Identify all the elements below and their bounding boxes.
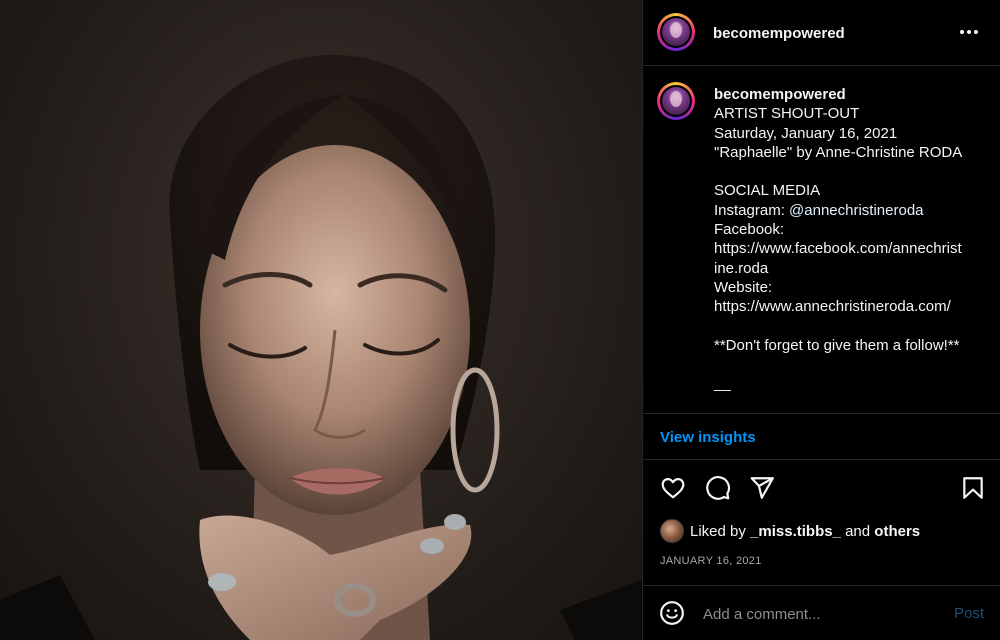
caption-line — [714, 162, 984, 181]
avatar[interactable] — [657, 13, 695, 51]
comment-input[interactable] — [701, 600, 935, 628]
caption-line: Facebook: — [714, 221, 785, 239]
comment-icon[interactable] — [705, 475, 731, 501]
post-image[interactable] — [0, 0, 642, 640]
heart-icon[interactable] — [660, 475, 686, 501]
liked-by-and: and — [845, 522, 871, 540]
caption-line: ine.roda — [714, 259, 769, 277]
caption-line — [714, 317, 984, 336]
caption-section: becomempowered ARTIST SHOUT-OUT Saturday… — [643, 66, 1000, 414]
caption-line: https://www.annechristineroda.com/ — [714, 298, 951, 316]
caption-line: __ — [714, 375, 731, 393]
post-header: becomempowered — [643, 0, 1000, 66]
caption-line: Website: — [714, 278, 773, 296]
send-icon[interactable] — [749, 475, 775, 501]
caption-instagram-line: Instagram: @annechristineroda — [714, 201, 984, 220]
caption-line: **Don't forget to give them a follow!** — [714, 336, 960, 354]
caption-text: becomempowered ARTIST SHOUT-OUT Saturday… — [714, 85, 984, 394]
caption-line — [714, 355, 984, 374]
liker-avatar[interactable] — [660, 519, 684, 543]
caption-username[interactable]: becomempowered — [714, 85, 984, 104]
mention-link[interactable]: @annechristineroda — [789, 202, 923, 219]
liked-by-user[interactable]: _miss.tibbs_ — [750, 523, 841, 540]
post-comment-button[interactable]: Post — [954, 605, 984, 622]
caption-line: Instagram: — [714, 201, 790, 219]
caption-line: https://www.facebook.com/annechrist — [714, 240, 962, 258]
post-date: JANUARY 16, 2021 — [660, 555, 762, 567]
view-insights-link[interactable]: View insights — [660, 429, 756, 446]
post-sidebar: becomempowered becomempowered ARTIST SHO… — [642, 0, 1000, 640]
instagram-post-view: becomempowered becomempowered ARTIST SHO… — [0, 0, 1000, 640]
liked-by-others[interactable]: others — [874, 523, 920, 540]
caption-avatar[interactable] — [657, 82, 695, 120]
comment-bar: Post — [643, 586, 1000, 640]
more-options-icon[interactable] — [957, 20, 981, 44]
caption-line: "Raphaelle" by Anne-Christine RODA — [714, 143, 963, 161]
header-username[interactable]: becomempowered — [713, 25, 845, 42]
caption-line: Saturday, January 16, 2021 — [714, 124, 898, 142]
caption-line: SOCIAL MEDIA — [714, 182, 821, 200]
actions-section: Liked by _miss.tibbs_ and others JANUARY… — [643, 460, 1000, 586]
bookmark-icon[interactable] — [960, 475, 986, 501]
liked-by-prefix: Liked by — [690, 522, 746, 540]
insights-row: View insights — [643, 414, 1000, 460]
liked-by-row: Liked by _miss.tibbs_ and others — [660, 518, 920, 544]
emoji-icon[interactable] — [659, 600, 685, 626]
caption-line: ARTIST SHOUT-OUT — [714, 105, 860, 123]
painting-illustration — [0, 54, 642, 640]
